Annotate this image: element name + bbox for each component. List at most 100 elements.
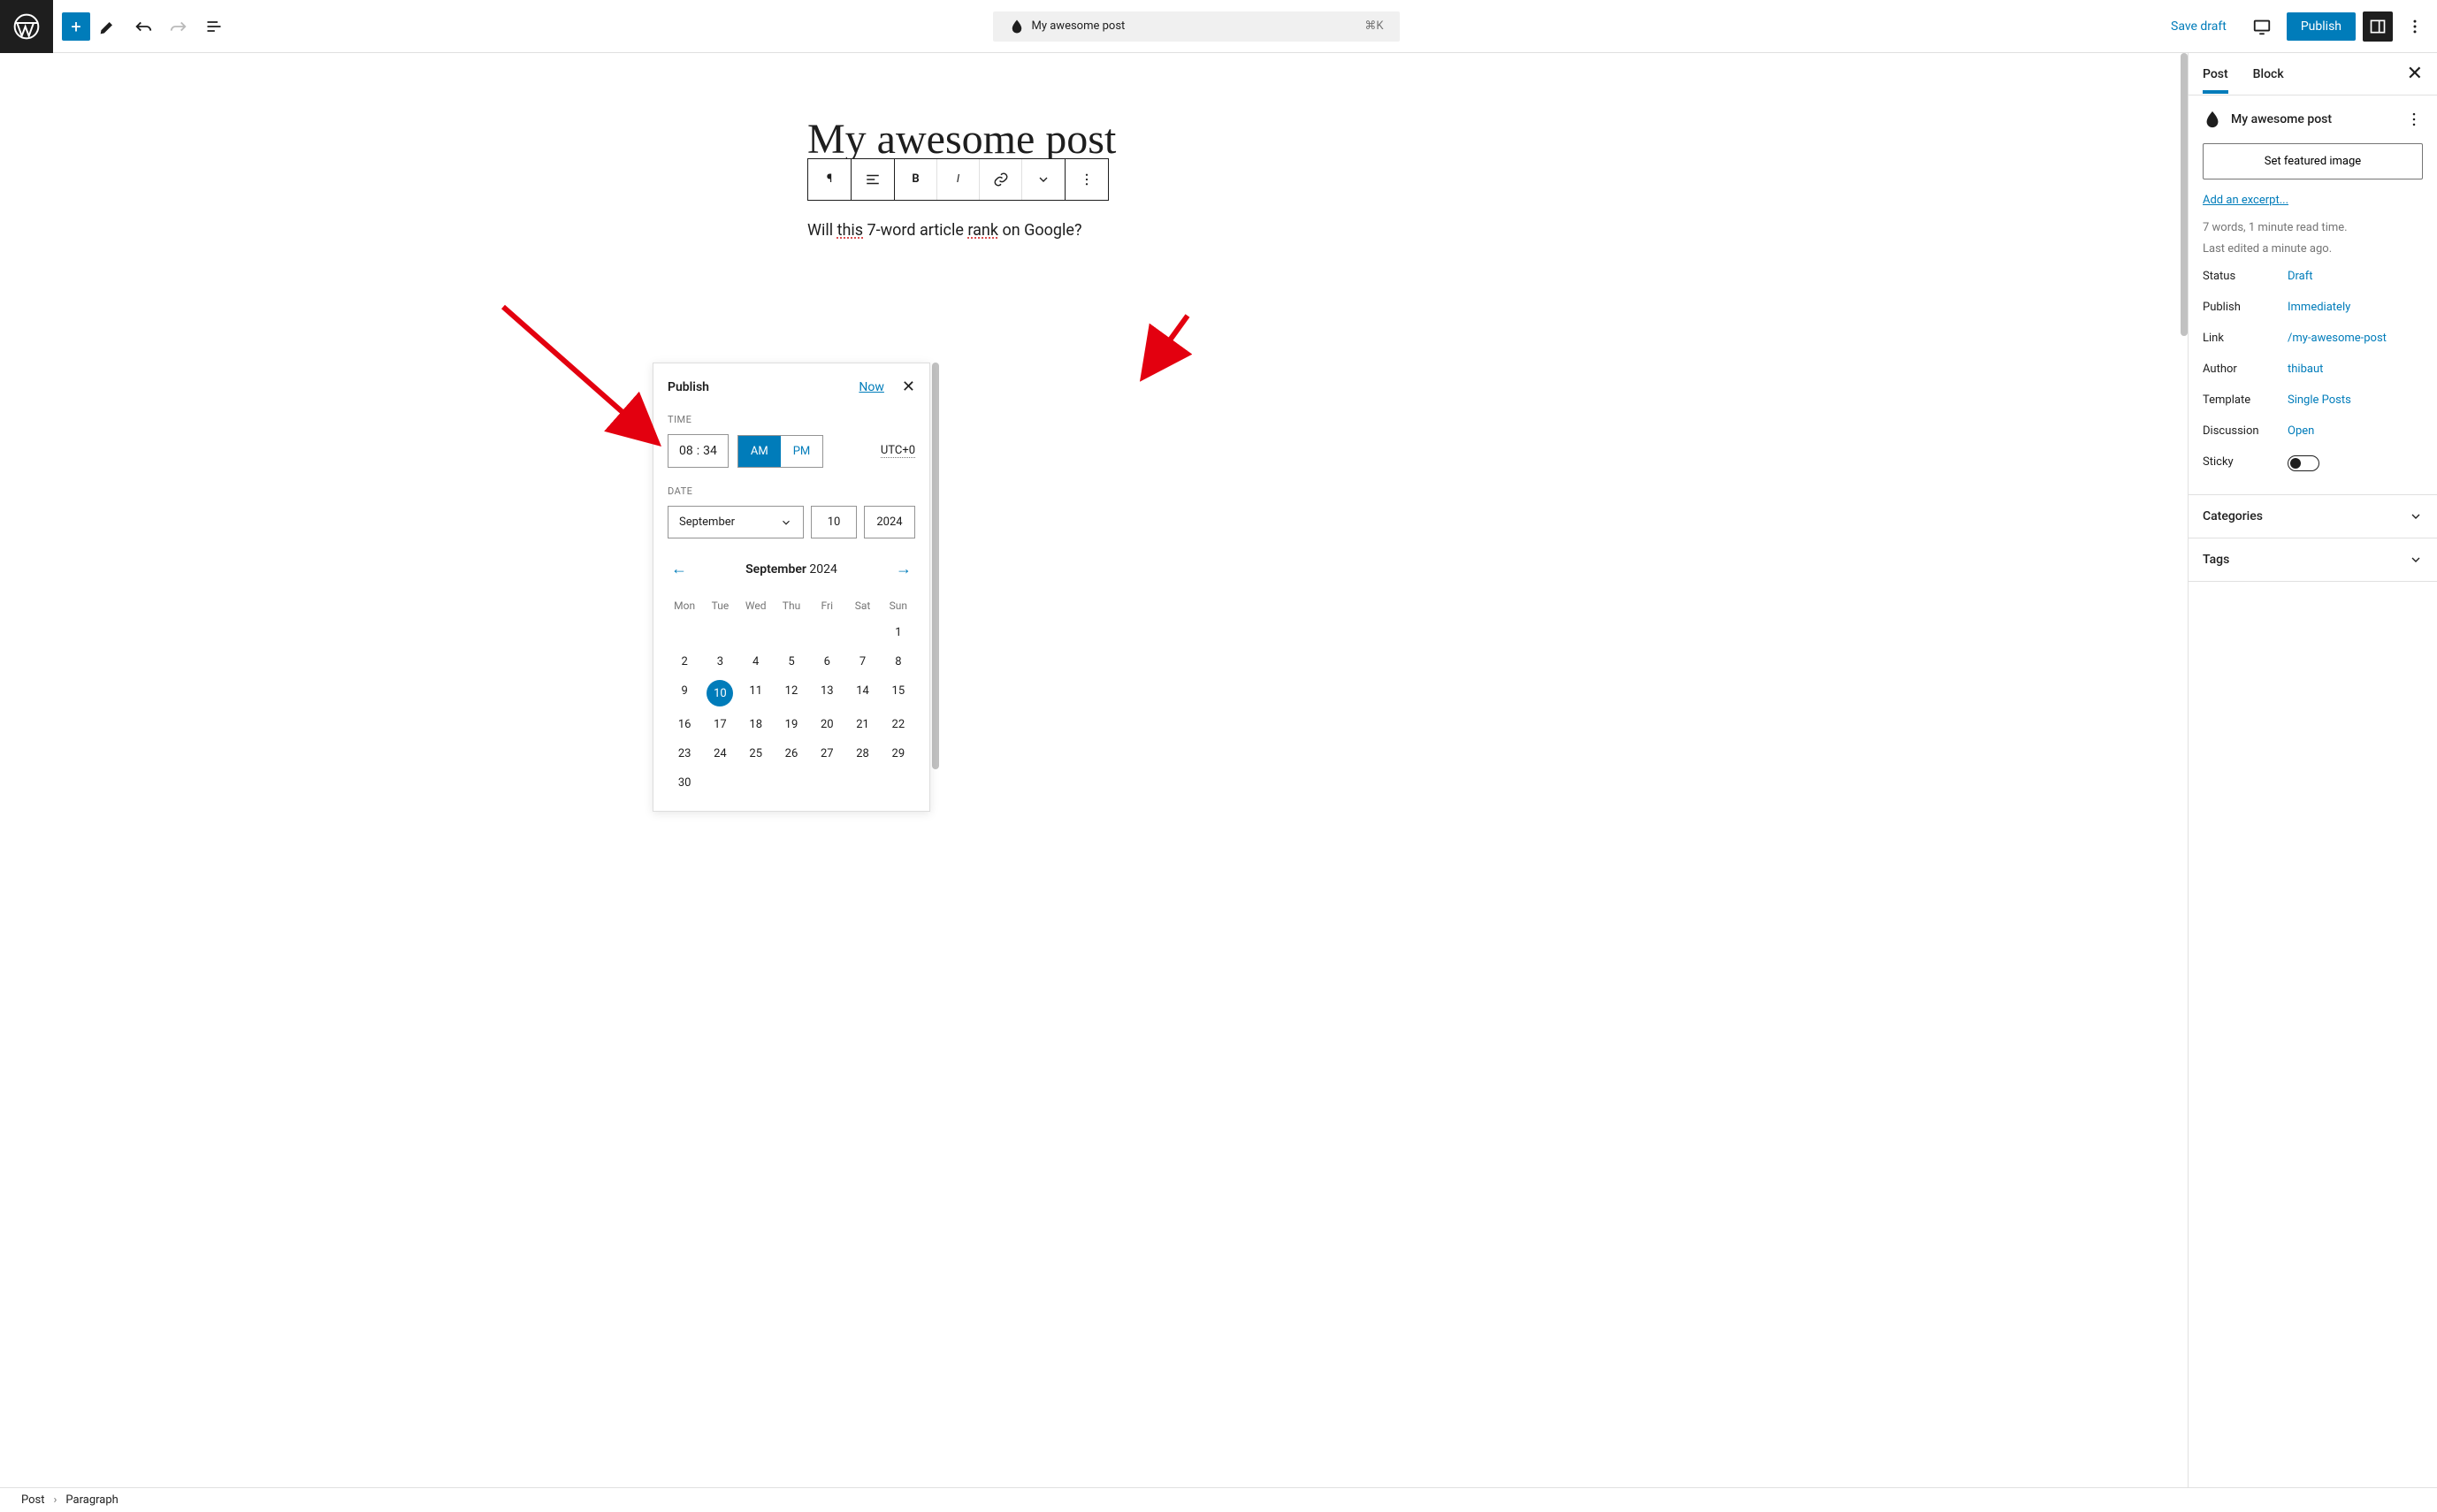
calendar-day[interactable]: 5 [775, 648, 808, 676]
date-section-label: DATE [668, 485, 915, 497]
calendar-day[interactable]: 29 [882, 740, 915, 767]
wp-logo[interactable] [0, 0, 53, 53]
align-icon[interactable] [852, 159, 894, 200]
post-title[interactable]: My awesome post [807, 115, 1373, 164]
calendar-dow: Wed [739, 594, 773, 617]
categories-panel[interactable]: Categories [2189, 495, 2437, 538]
calendar-day[interactable]: 19 [775, 711, 808, 738]
prev-month-icon[interactable]: ← [668, 556, 691, 582]
undo-icon[interactable] [126, 9, 161, 44]
calendar-dow: Sat [845, 594, 879, 617]
redo-icon[interactable] [161, 9, 196, 44]
calendar-day[interactable]: 27 [810, 740, 844, 767]
calendar-day[interactable]: 24 [703, 740, 737, 767]
calendar-day[interactable]: 20 [810, 711, 844, 738]
author-value[interactable]: thibaut [2288, 363, 2323, 376]
calendar-day[interactable]: 3 [703, 648, 737, 676]
calendar-day[interactable]: 2 [668, 648, 701, 676]
year-input[interactable]: 2024 [864, 506, 915, 538]
document-overview-icon[interactable] [196, 9, 232, 44]
edit-tool-icon[interactable] [90, 9, 126, 44]
chevron-down-icon [2409, 553, 2423, 567]
month-select[interactable]: September [668, 506, 804, 538]
pm-button[interactable]: PM [781, 436, 823, 467]
calendar-day[interactable]: 23 [668, 740, 701, 767]
calendar-dow: Thu [775, 594, 808, 617]
sticky-toggle[interactable] [2288, 455, 2319, 471]
shortcut-hint: ⌘K [1364, 19, 1383, 33]
chevron-right-icon: › [54, 1493, 57, 1507]
timezone-label[interactable]: UTC+0 [881, 444, 915, 458]
close-sidebar-icon[interactable]: ✕ [2407, 63, 2423, 85]
publish-value[interactable]: Immediately [2288, 301, 2350, 314]
calendar-day[interactable]: 12 [775, 677, 808, 709]
paragraph-block[interactable]: Will this 7-word article rank on Google? [807, 218, 1373, 244]
calendar-day[interactable]: 8 [882, 648, 915, 676]
document-title: My awesome post [1032, 19, 1126, 33]
chevron-down-icon [2409, 509, 2423, 523]
paragraph-block-icon[interactable]: ¶ [808, 159, 851, 200]
status-value[interactable]: Draft [2288, 270, 2313, 283]
editor-scrollbar[interactable] [2181, 53, 2188, 1487]
breadcrumb-footer: Post › Paragraph [0, 1487, 2437, 1512]
editor-canvas[interactable]: My awesome post ¶ B I [0, 53, 2181, 1487]
publish-button[interactable]: Publish [2287, 12, 2356, 41]
tab-post[interactable]: Post [2203, 55, 2228, 94]
calendar-day[interactable]: 14 [845, 677, 879, 709]
save-draft-button[interactable]: Save draft [2160, 12, 2237, 41]
post-actions-icon[interactable] [2405, 111, 2423, 128]
calendar-day[interactable]: 16 [668, 711, 701, 738]
calendar-day[interactable]: 30 [668, 769, 701, 797]
document-title-bar[interactable]: My awesome post ⌘K [993, 11, 1400, 42]
permalink-value[interactable]: /my-awesome-post [2288, 332, 2387, 345]
ampm-toggle: AM PM [737, 435, 823, 468]
calendar-day[interactable]: 22 [882, 711, 915, 738]
link-icon[interactable] [980, 159, 1022, 200]
calendar-day[interactable]: 17 [703, 711, 737, 738]
pen-icon [2203, 110, 2222, 129]
preview-icon[interactable] [2244, 9, 2280, 44]
bold-icon[interactable]: B [895, 159, 937, 200]
time-input[interactable]: 08 : 34 [668, 434, 729, 468]
calendar-day[interactable]: 15 [882, 677, 915, 709]
calendar-day[interactable]: 18 [739, 711, 773, 738]
calendar-day[interactable]: 11 [739, 677, 773, 709]
close-icon[interactable]: ✕ [902, 378, 915, 396]
calendar-day[interactable]: 10 [703, 677, 737, 709]
calendar-day[interactable]: 28 [845, 740, 879, 767]
calendar-day[interactable]: 7 [845, 648, 879, 676]
more-menu-icon[interactable] [2400, 11, 2430, 42]
calendar-dow: Fri [810, 594, 844, 617]
calendar-day[interactable]: 6 [810, 648, 844, 676]
time-section-label: TIME [668, 414, 915, 425]
more-formatting-icon[interactable] [1022, 159, 1065, 200]
block-options-icon[interactable] [1066, 159, 1108, 200]
discussion-value[interactable]: Open [2288, 424, 2314, 438]
publish-row: Publish Immediately [2203, 292, 2423, 323]
now-link[interactable]: Now [859, 380, 884, 394]
add-block-button[interactable]: + [62, 12, 90, 41]
add-excerpt-link[interactable]: Add an excerpt... [2203, 194, 2288, 207]
set-featured-image-button[interactable]: Set featured image [2203, 143, 2423, 179]
popover-scrollbar[interactable] [932, 363, 939, 796]
breadcrumb-item[interactable]: Paragraph [65, 1493, 118, 1507]
calendar-day[interactable]: 1 [882, 619, 915, 646]
breadcrumb-item[interactable]: Post [21, 1493, 45, 1507]
calendar-day[interactable]: 21 [845, 711, 879, 738]
tab-block[interactable]: Block [2253, 55, 2284, 94]
discussion-row: Discussion Open [2203, 416, 2423, 447]
publish-date-popover: Publish Now ✕ TIME 08 : 34 AM PM UTC+0 [653, 363, 930, 812]
settings-panel-toggle[interactable] [2363, 11, 2393, 42]
calendar-day[interactable]: 4 [739, 648, 773, 676]
status-row: Status Draft [2203, 261, 2423, 292]
calendar-day[interactable]: 26 [775, 740, 808, 767]
calendar-day[interactable]: 13 [810, 677, 844, 709]
italic-icon[interactable]: I [937, 159, 980, 200]
am-button[interactable]: AM [738, 436, 781, 467]
template-value[interactable]: Single Posts [2288, 393, 2351, 407]
next-month-icon[interactable]: → [892, 556, 915, 582]
day-input[interactable]: 10 [811, 506, 857, 538]
tags-panel[interactable]: Tags [2189, 538, 2437, 582]
calendar-day[interactable]: 9 [668, 677, 701, 709]
calendar-day[interactable]: 25 [739, 740, 773, 767]
